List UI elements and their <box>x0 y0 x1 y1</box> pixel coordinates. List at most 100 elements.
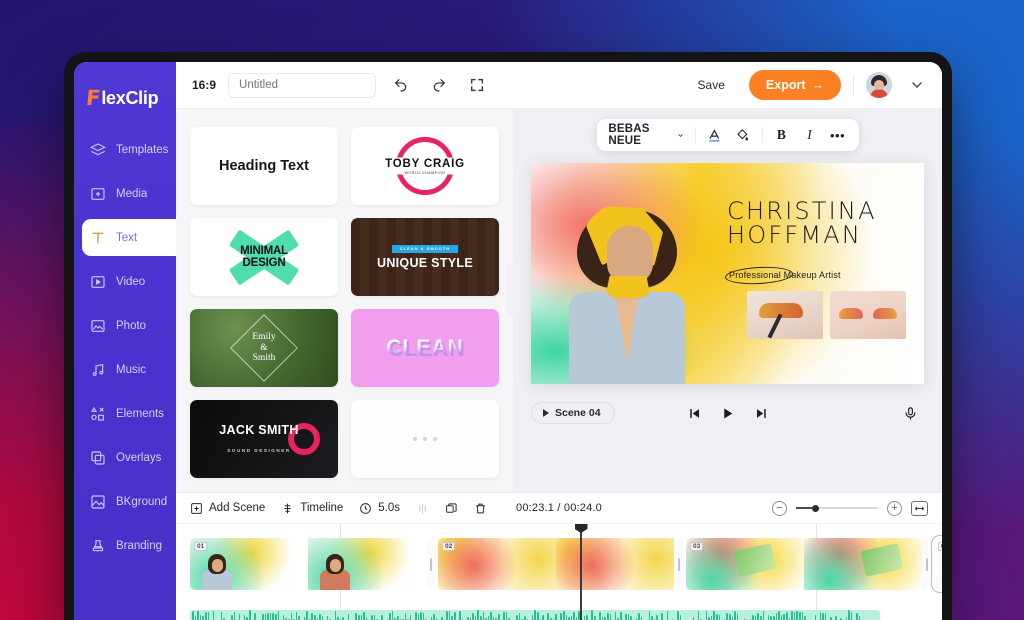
scene-split-handle[interactable] <box>426 538 435 590</box>
template-card[interactable]: Emily & Smith <box>190 309 338 387</box>
fill-bucket-icon[interactable] <box>733 124 751 146</box>
text-templates-panel: Heading Text TOBY CRAIG WORLD CHAMPION M… <box>176 109 513 492</box>
zoom-controls: − + <box>772 500 928 516</box>
template-tag: CLEAN & SMOOTH <box>391 244 459 253</box>
template-card[interactable]: TOBY CRAIG WORLD CHAMPION <box>351 127 499 205</box>
bold-button[interactable]: B <box>772 124 790 146</box>
timeline-playhead[interactable] <box>580 524 582 620</box>
timeline-track-area[interactable]: 01 02 03 <box>176 524 942 620</box>
project-title-input[interactable] <box>228 72 377 98</box>
sidebar-item-music[interactable]: Music <box>74 351 176 388</box>
loading-dot <box>433 437 437 441</box>
timeline-scene[interactable]: 01 <box>190 538 435 590</box>
video-canvas[interactable]: CHRISTINA HOFFMAN Professional Makeup Ar… <box>531 163 924 384</box>
skip-next-icon[interactable] <box>754 406 769 421</box>
sidebar-item-media[interactable]: Media <box>74 175 176 212</box>
sidebar-item-video[interactable]: Video <box>74 263 176 300</box>
sidebar-label: Templates <box>116 143 169 156</box>
save-button[interactable]: Save <box>686 72 737 98</box>
sidebar-label: Video <box>116 275 146 288</box>
more-options-button[interactable]: ••• <box>829 124 847 146</box>
export-arrow-icon: → <box>811 78 825 92</box>
branding-stamp-icon <box>89 537 106 554</box>
template-subtitle: SOUND DESIGNER <box>227 448 291 453</box>
add-scene-button[interactable]: Add Scene <box>190 502 265 515</box>
export-button[interactable]: Export → <box>748 70 841 100</box>
zoom-slider[interactable] <box>796 501 878 515</box>
template-subtitle: DESIGN <box>242 257 286 269</box>
template-card[interactable]: MINIMAL DESIGN <box>190 218 338 296</box>
template-title: CLEAN <box>386 336 464 359</box>
zoom-knob[interactable] <box>812 504 820 512</box>
italic-button[interactable]: I <box>800 124 818 146</box>
sidebar-item-bkground[interactable]: BKground <box>74 483 176 520</box>
sidebar-item-overlays[interactable]: Overlays <box>74 439 176 476</box>
scene-thumbnail: 04 <box>934 538 942 590</box>
play-icon[interactable] <box>720 406 735 421</box>
sidebar-item-branding[interactable]: Branding <box>74 527 176 564</box>
template-title: Emily <box>252 331 276 342</box>
panel-collapse-button[interactable] <box>509 264 513 316</box>
sidebar-item-templates[interactable]: Templates <box>74 131 176 168</box>
sidebar-label: BKground <box>116 495 168 508</box>
template-subtitle: Smith <box>252 353 276 364</box>
scene-thumbnail: 02 <box>438 538 556 590</box>
avatar[interactable] <box>866 72 892 98</box>
template-card[interactable]: JACK SMITH SOUND DESIGNER <box>190 400 338 478</box>
left-sidebar: F lexClip Templates Media Text Video Pho… <box>74 62 176 620</box>
canvas-photo[interactable] <box>747 291 823 339</box>
microphone-icon[interactable] <box>903 406 918 421</box>
timeline-view-button[interactable]: Timeline <box>281 502 343 515</box>
sidebar-item-elements[interactable]: Elements <box>74 395 176 432</box>
sidebar-item-text[interactable]: Text <box>82 219 176 256</box>
layers-icon <box>89 141 106 158</box>
canvas-title[interactable]: CHRISTINA HOFFMAN <box>727 199 877 248</box>
redo-arrow-icon[interactable] <box>426 72 452 98</box>
scene-thumbnail: 03 <box>686 538 804 590</box>
scene-strip: 01 02 03 <box>190 534 942 594</box>
template-card[interactable]: CLEAN <box>351 309 499 387</box>
timeline-scene[interactable]: 03 <box>686 538 931 590</box>
canvas-photo[interactable] <box>830 291 906 339</box>
scene-number: 02 <box>442 542 456 551</box>
model-photo <box>561 184 691 384</box>
undo-arrow-icon[interactable] <box>388 72 414 98</box>
text-format-toolbar: BEBAS NEUE B I ••• <box>596 119 859 151</box>
toolbar-divider <box>853 75 854 95</box>
template-card[interactable]: Heading Text <box>190 127 338 205</box>
minus-circle-icon[interactable]: − <box>772 500 787 516</box>
scene-split-handle[interactable] <box>674 538 683 590</box>
loading-dot <box>423 437 427 441</box>
split-clip-icon[interactable] <box>416 502 429 515</box>
duplicate-icon[interactable] <box>445 502 458 515</box>
fullscreen-expand-icon[interactable] <box>464 72 490 98</box>
scene-number: 01 <box>194 542 208 551</box>
sidebar-item-photo[interactable]: Photo <box>74 307 176 344</box>
workspace: Heading Text TOBY CRAIG WORLD CHAMPION M… <box>176 109 942 492</box>
trash-icon[interactable] <box>474 502 487 515</box>
shapes-icon <box>89 405 106 422</box>
fit-width-icon[interactable] <box>911 500 928 516</box>
audio-waveform-track[interactable] <box>190 610 880 620</box>
canvas-subtitle-wrap[interactable]: Professional Makeup Artist <box>724 265 841 286</box>
clock-icon <box>360 502 372 514</box>
scene-number: 03 <box>690 542 704 551</box>
skip-previous-icon[interactable] <box>686 406 701 421</box>
aspect-ratio-label[interactable]: 16:9 <box>192 78 216 92</box>
current-scene-label: Scene 04 <box>555 407 601 419</box>
scene-split-handle[interactable] <box>922 538 931 590</box>
current-scene-chip[interactable]: Scene 04 <box>531 402 615 424</box>
template-card[interactable]: CLEAN & SMOOTH UNIQUE STYLE <box>351 218 499 296</box>
export-label: Export <box>765 78 806 92</box>
timeline-scene[interactable]: 02 <box>438 538 683 590</box>
play-triangle-icon <box>543 409 549 417</box>
text-color-a-icon[interactable] <box>705 124 723 146</box>
timeline-scene-selected[interactable]: 04 <box>930 534 942 594</box>
chevron-down-icon[interactable] <box>904 72 930 98</box>
sidebar-label: Photo <box>116 319 147 332</box>
scene-duration-button[interactable]: 5.0s <box>359 502 400 515</box>
flexclip-logo[interactable]: F lexClip <box>74 74 176 114</box>
plus-circle-icon[interactable]: + <box>887 500 902 516</box>
template-grid: Heading Text TOBY CRAIG WORLD CHAMPION M… <box>190 127 499 478</box>
font-family-select[interactable]: BEBAS NEUE <box>608 123 684 147</box>
